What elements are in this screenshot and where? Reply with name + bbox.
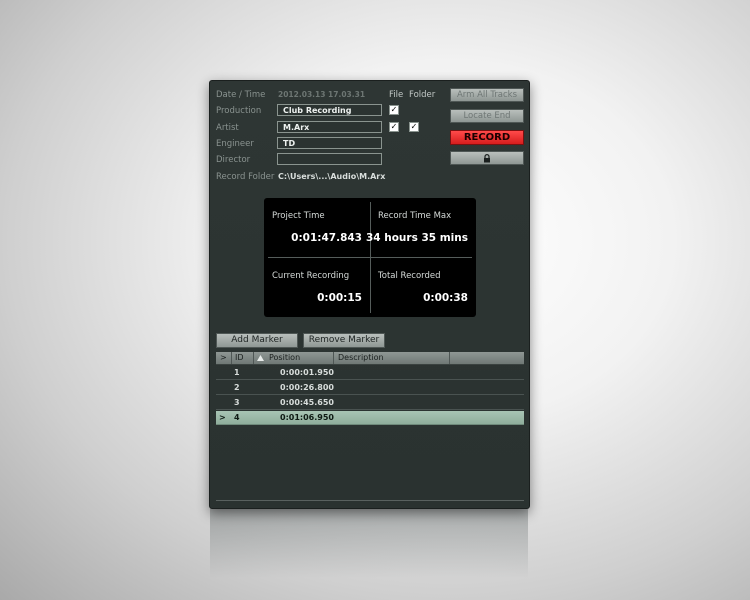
production-label: Production (216, 106, 262, 116)
locate-end-button[interactable]: Locate End (450, 109, 524, 123)
total-recorded-value: 0:00:38 (423, 292, 468, 304)
column-arrow-header[interactable]: > (220, 352, 227, 364)
arm-all-tracks-button[interactable]: Arm All Tracks (450, 88, 524, 102)
table-row[interactable]: 2 0:00:26.800 (216, 381, 524, 395)
record-folder-label: Record Folder (216, 172, 275, 182)
column-separator (449, 352, 450, 364)
stats-divider-horizontal (268, 257, 472, 258)
row-position: 0:01:06.950 (280, 413, 334, 422)
record-time-max-label: Record Time Max (378, 211, 452, 221)
director-label: Director (216, 155, 251, 165)
current-recording-label: Current Recording (272, 271, 350, 281)
add-marker-button[interactable]: Add Marker (216, 333, 298, 348)
column-description-header[interactable]: Description (338, 352, 384, 364)
column-separator (333, 352, 334, 364)
folder-column-header: Folder (409, 90, 436, 100)
remove-marker-button[interactable]: Remove Marker (303, 333, 385, 348)
column-separator (231, 352, 232, 364)
row-position: 0:00:26.800 (280, 383, 334, 392)
artist-label: Artist (216, 123, 239, 133)
row-id: 2 (234, 383, 240, 392)
director-field[interactable] (277, 153, 382, 165)
row-position: 0:00:01.950 (280, 368, 334, 377)
record-button[interactable]: RECORD (450, 130, 524, 145)
date-time-value: 2012.03.13 17.03.31 (278, 90, 366, 99)
artist-folder-checkbox[interactable]: ✓ (409, 122, 419, 132)
lock-icon (484, 154, 490, 163)
production-field[interactable]: Club Recording (277, 104, 382, 116)
column-separator (253, 352, 254, 364)
row-marker: > (219, 413, 226, 422)
table-bottom-divider (216, 500, 524, 501)
record-folder-path: C:\Users\...\Audio\M.Arx (278, 172, 386, 181)
lock-button[interactable] (450, 151, 524, 165)
project-time-label: Project Time (272, 211, 325, 221)
sort-ascending-icon (257, 355, 264, 361)
row-id: 3 (234, 398, 240, 407)
row-id: 4 (234, 413, 240, 422)
table-row-selected[interactable]: > 4 0:01:06.950 (216, 411, 524, 425)
production-file-checkbox[interactable]: ✓ (389, 105, 399, 115)
current-recording-value: 0:00:15 (317, 292, 362, 304)
total-recorded-label: Total Recorded (378, 271, 441, 281)
marker-recording-panel: Date / Time 2012.03.13 17.03.31 File Fol… (209, 80, 530, 509)
column-id-header[interactable]: ID (235, 352, 244, 364)
date-time-label: Date / Time (216, 90, 266, 100)
row-position: 0:00:45.650 (280, 398, 334, 407)
artist-field[interactable]: M.Arx (277, 121, 382, 133)
panel-reflection (210, 508, 528, 578)
marker-table-header: > ID Position Description (216, 352, 524, 365)
column-position-header[interactable]: Position (269, 352, 300, 364)
record-time-max-value: 34 hours 35 mins (365, 232, 468, 244)
table-row[interactable]: 3 0:00:45.650 (216, 396, 524, 410)
table-row[interactable]: 1 0:00:01.950 (216, 366, 524, 380)
engineer-label: Engineer (216, 139, 254, 149)
file-column-header: File (389, 90, 404, 100)
recording-stats-box: Project Time 0:01:47.843 Record Time Max… (264, 198, 476, 317)
row-id: 1 (234, 368, 240, 377)
artist-file-checkbox[interactable]: ✓ (389, 122, 399, 132)
engineer-field[interactable]: TD (277, 137, 382, 149)
project-time-value: 0:01:47.843 (291, 232, 362, 244)
